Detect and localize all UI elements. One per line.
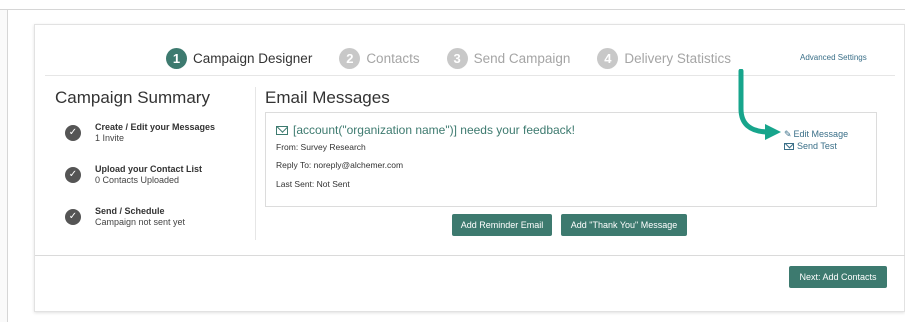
email-messages-title: Email Messages	[265, 88, 390, 107]
summary-item-title: Send / Schedule	[95, 206, 165, 216]
footer-divider	[35, 255, 905, 256]
send-test-link[interactable]: Send Test	[784, 141, 837, 151]
summary-item-messages: ✓ Create / Edit your Messages 1 Invite	[65, 122, 215, 144]
step-number-1: 1	[166, 47, 187, 69]
step-label: Send Campaign	[473, 50, 571, 66]
step-campaign-designer[interactable]: 1 Campaign Designer	[166, 47, 313, 69]
advanced-settings-link[interactable]: Advanced Settings	[800, 53, 867, 62]
add-thank-you-message-button[interactable]: Add "Thank You" Message	[561, 214, 687, 236]
step-number-3: 3	[446, 47, 468, 69]
message-subject-link[interactable]: [account("organization name")] needs you…	[276, 123, 575, 137]
sidebar-divider	[255, 87, 256, 240]
step-contacts[interactable]: 2 Contacts	[339, 47, 420, 69]
summary-item-status: 0 Contacts Uploaded	[95, 175, 180, 185]
annotation-arrow-icon	[738, 69, 781, 140]
add-reminder-email-button[interactable]: Add Reminder Email	[452, 214, 552, 236]
message-from: From: Survey Research	[276, 142, 366, 152]
step-label: Contacts	[366, 50, 420, 66]
summary-item-title: Create / Edit your Messages	[95, 122, 216, 132]
check-circle-icon: ✓	[65, 167, 81, 183]
envelope-icon	[784, 142, 794, 150]
step-delivery-statistics[interactable]: 4 Delivery Statistics	[597, 47, 731, 69]
message-subject: [account("organization name")] needs you…	[293, 123, 576, 137]
step-number-2: 2	[339, 47, 361, 69]
check-circle-icon: ✓	[65, 125, 81, 141]
summary-item-schedule: ✓ Send / Schedule Campaign not sent yet	[65, 206, 185, 228]
summary-item-title: Upload your Contact List	[95, 164, 203, 174]
step-number-4: 4	[597, 47, 619, 69]
top-frame-bar	[0, 0, 905, 10]
message-reply-to: Reply To: noreply@alchemer.com	[276, 160, 404, 170]
campaign-summary-title: Campaign Summary	[55, 88, 210, 107]
send-test-label: Send Test	[797, 141, 837, 151]
step-send-campaign[interactable]: 3 Send Campaign	[446, 47, 571, 69]
step-wizard: 1 Campaign Designer 2 Contacts 3 Send Ca…	[166, 47, 758, 69]
summary-item-status: 1 Invite	[95, 133, 125, 143]
step-label: Delivery Statistics	[624, 50, 731, 66]
check-circle-icon: ✓	[65, 209, 81, 225]
edit-message-label: Edit Message	[793, 129, 849, 139]
left-frame-edge	[0, 10, 8, 322]
summary-item-status: Campaign not sent yet	[95, 217, 186, 227]
summary-item-contacts: ✓ Upload your Contact List 0 Contacts Up…	[65, 164, 202, 186]
campaign-panel: 1 Campaign Designer 2 Contacts 3 Send Ca…	[34, 24, 905, 312]
envelope-icon	[276, 125, 288, 135]
step-label: Campaign Designer	[193, 50, 313, 66]
next-add-contacts-button[interactable]: Next: Add Contacts	[789, 266, 887, 288]
message-last-sent: Last Sent: Not Sent	[276, 179, 350, 189]
